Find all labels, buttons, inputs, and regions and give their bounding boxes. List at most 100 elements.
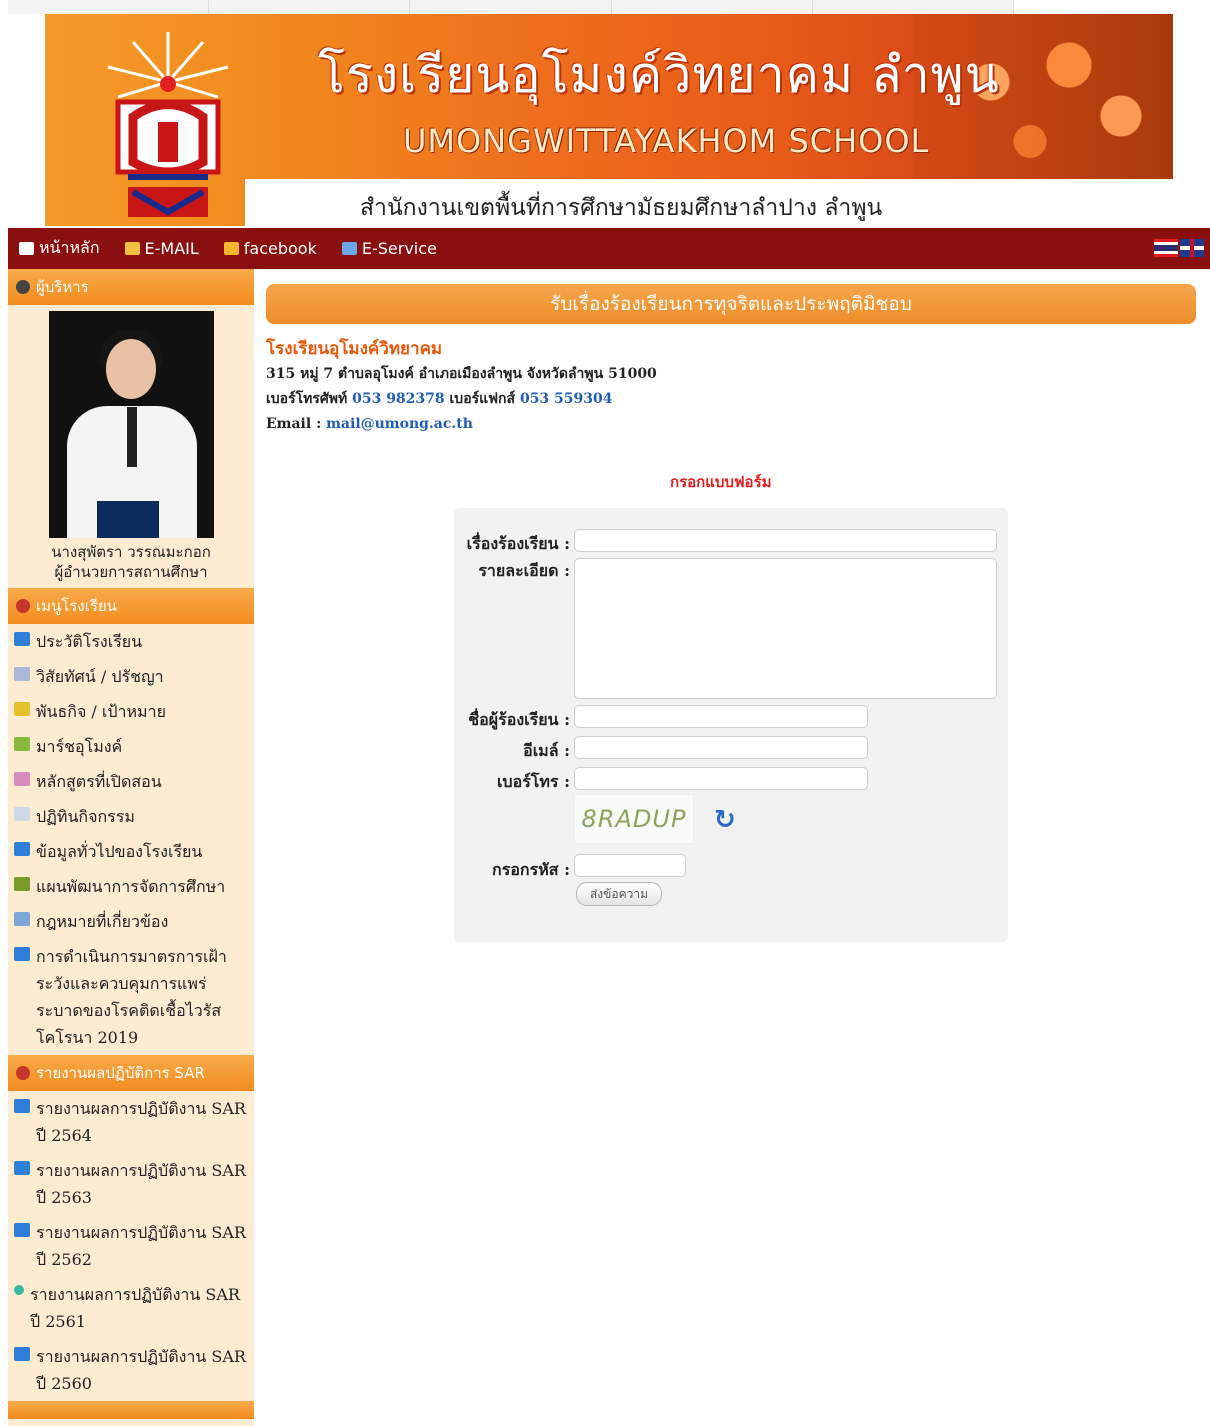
sar-item-label: รายงานผลการปฏิบัติงาน SAR ปี 2564 [36,1099,246,1145]
nav-facebook-link[interactable]: facebook [223,239,317,258]
menu-item-label: ประวัติโรงเรียน [36,632,143,651]
captcha-code-label: กรอกรหัส : [492,860,570,879]
menu-item-label: หลักสูตรที่เปิดสอน [36,772,162,791]
subject-input[interactable] [574,529,997,552]
menu-item-label: ปฏิทินกิจกรรม [36,807,135,826]
detail-textarea[interactable] [574,558,997,699]
monitor-icon [14,1347,30,1361]
flag-icon [14,702,30,716]
menu-item-label: กฎหมายที่เกี่ยวข้อง [36,912,169,931]
sar-item-2562[interactable]: รายงานผลการปฏิบัติงาน SAR ปี 2562 [8,1215,254,1277]
monitor-icon [14,1099,30,1113]
menu-item-label: แผนพัฒนาการจัดการศึกษา [36,877,226,896]
school-menu-header: เมนูโรงเรียน [8,588,254,624]
nav-email-label: E-MAIL [144,239,199,258]
school-title-thai: โรงเรียนอุโมงค์วิทยาคม ลำพูน [318,46,1000,104]
refresh-captcha-icon[interactable]: ↻ [714,805,736,835]
user-icon [16,280,30,294]
captcha-image: 8RADUP [574,794,694,844]
complaint-form: เรื่องร้องเรียน : รายละเอียด : ชื่อผู้ร้… [454,508,1008,942]
left-sidebar: ผู้บริหาร นางสุพัตรา วรรณมะกอก ผู้อำนวยก… [8,269,254,1426]
users-icon [341,242,357,255]
email-link[interactable]: mail@umong.ac.th [326,416,473,432]
menu-item-development-plan[interactable]: แผนพัฒนาการจัดการศึกษา [8,869,254,904]
captcha-code-input[interactable] [574,854,686,877]
facebook-icon [223,242,239,255]
sar-item-2564[interactable]: รายงานผลการปฏิบัติงาน SAR ปี 2564 [8,1091,254,1153]
sar-item-label: รายงานผลการปฏิบัติงาน SAR ปี 2563 [36,1161,246,1207]
email-label: Email : [266,416,322,432]
main-content: รับเรื่องร้องเรียนการทุจริตและประพฤติมิช… [266,284,1196,942]
menu-item-curriculum[interactable]: หลักสูตรที่เปิดสอน [8,764,254,799]
thai-flag-icon[interactable] [1154,239,1178,257]
uk-flag-icon[interactable] [1180,239,1204,257]
sar-item-label: รายงานผลการปฏิบัติงาน SAR ปี 2561 [30,1285,240,1331]
detail-label: รายละเอียด : [478,561,570,580]
gear-icon [14,667,30,681]
phone-label: เบอร์โทรศัพท์ [266,391,348,407]
menu-item-label: มาร์ชอุโมงค์ [36,737,123,756]
form-heading: กรอกแบบฟอร์ม [670,473,772,491]
menu-item-label: ข้อมูลทั่วไปของโรงเรียน [36,842,203,861]
nav-home-label: หน้าหลัก [39,238,100,257]
submit-button[interactable]: ส่งข้อความ [576,882,662,906]
sar-section-title: รายงานผลปฏิบัติการ SAR [36,1064,205,1082]
book-icon [14,877,30,891]
monitor-icon [14,1161,30,1175]
sitemap-icon [16,1066,30,1080]
contact-email: Email : mail@umong.ac.th [266,412,1196,437]
monitor-icon [14,947,30,961]
email-field-label: อีเมล์ : [523,741,570,760]
school-menu-title: เมนูโรงเรียน [36,597,117,615]
sar-item-2563[interactable]: รายงานผลการปฏิบัติงาน SAR ปี 2563 [8,1153,254,1215]
menu-item-vision[interactable]: วิสัยทัศน์ / ปรัชญา [8,659,254,694]
admin-section-title: ผู้บริหาร [36,278,89,296]
home-icon [19,242,34,255]
menu-item-label: วิสัยทัศน์ / ปรัชญา [36,667,164,686]
email-field[interactable] [574,736,868,759]
monitor-icon [14,1223,30,1237]
top-navigation: หน้าหลัก E-MAIL facebook E-Service [8,228,1210,269]
top-strip [8,0,1015,14]
school-logo-icon [107,32,229,217]
subject-label: เรื่องร้องเรียน : [466,534,570,553]
page-title: รับเรื่องร้องเรียนการทุจริตและประพฤติมิช… [266,284,1196,324]
language-switcher [1154,239,1204,257]
diamond-icon [14,1285,24,1295]
complainant-name-label: ชื่อผู้ร้องเรียน : [468,710,570,729]
music-book-icon [14,737,30,751]
fax-link[interactable]: 053 559304 [520,391,613,407]
calendar-icon [14,807,30,821]
nav-home-link[interactable]: หน้าหลัก [19,236,100,261]
nav-email-link[interactable]: E-MAIL [124,239,199,258]
menu-item-calendar[interactable]: ปฏิทินกิจกรรม [8,799,254,834]
menu-item-march[interactable]: มาร์ชอุโมงค์ [8,729,254,764]
sar-item-2560[interactable]: รายงานผลการปฏิบัติงาน SAR ปี 2560 [8,1339,254,1401]
monitor-icon [14,632,30,646]
school-name-link[interactable]: โรงเรียนอุโมงค์วิทยาคม [266,335,1196,362]
complainant-name-input[interactable] [574,705,868,728]
director-name: นางสุพัตรา วรรณมะกอก [51,543,211,561]
menu-item-covid-measures[interactable]: การดำเนินการมาตรการเฝ้าระวังและควบคุมการ… [8,939,254,1055]
nav-facebook-label: facebook [243,239,317,258]
director-photo [48,311,214,538]
next-section-header [8,1401,254,1419]
director-position: ผู้อำนวยการสถานศึกษา [54,563,208,581]
phone-field[interactable] [574,767,868,790]
law-icon [14,912,30,926]
menu-item-history[interactable]: ประวัติโรงเรียน [8,624,254,659]
sar-section-header: รายงานผลปฏิบัติการ SAR [8,1055,254,1091]
header-banner: โรงเรียนอุโมงค์วิทยาคม ลำพูน UMONGWITTAY… [8,14,1210,228]
admin-section-header: ผู้บริหาร [8,269,254,305]
menu-item-mission[interactable]: พันธกิจ / เป้าหมาย [8,694,254,729]
sar-item-2561[interactable]: รายงานผลการปฏิบัติงาน SAR ปี 2561 [8,1277,254,1339]
nav-eservice-link[interactable]: E-Service [341,239,437,258]
nav-eservice-label: E-Service [361,239,437,258]
mail-icon [124,242,140,255]
phone-link[interactable]: 053 982378 [352,391,445,407]
sar-item-label: รายงานผลการปฏิบัติงาน SAR ปี 2562 [36,1223,246,1269]
school-title-english: UMONGWITTAYAKHOM SCHOOL [403,122,930,160]
menu-item-general-info[interactable]: ข้อมูลทั่วไปของโรงเรียน [8,834,254,869]
menu-item-label: พันธกิจ / เป้าหมาย [36,702,166,721]
menu-item-laws[interactable]: กฎหมายที่เกี่ยวข้อง [8,904,254,939]
